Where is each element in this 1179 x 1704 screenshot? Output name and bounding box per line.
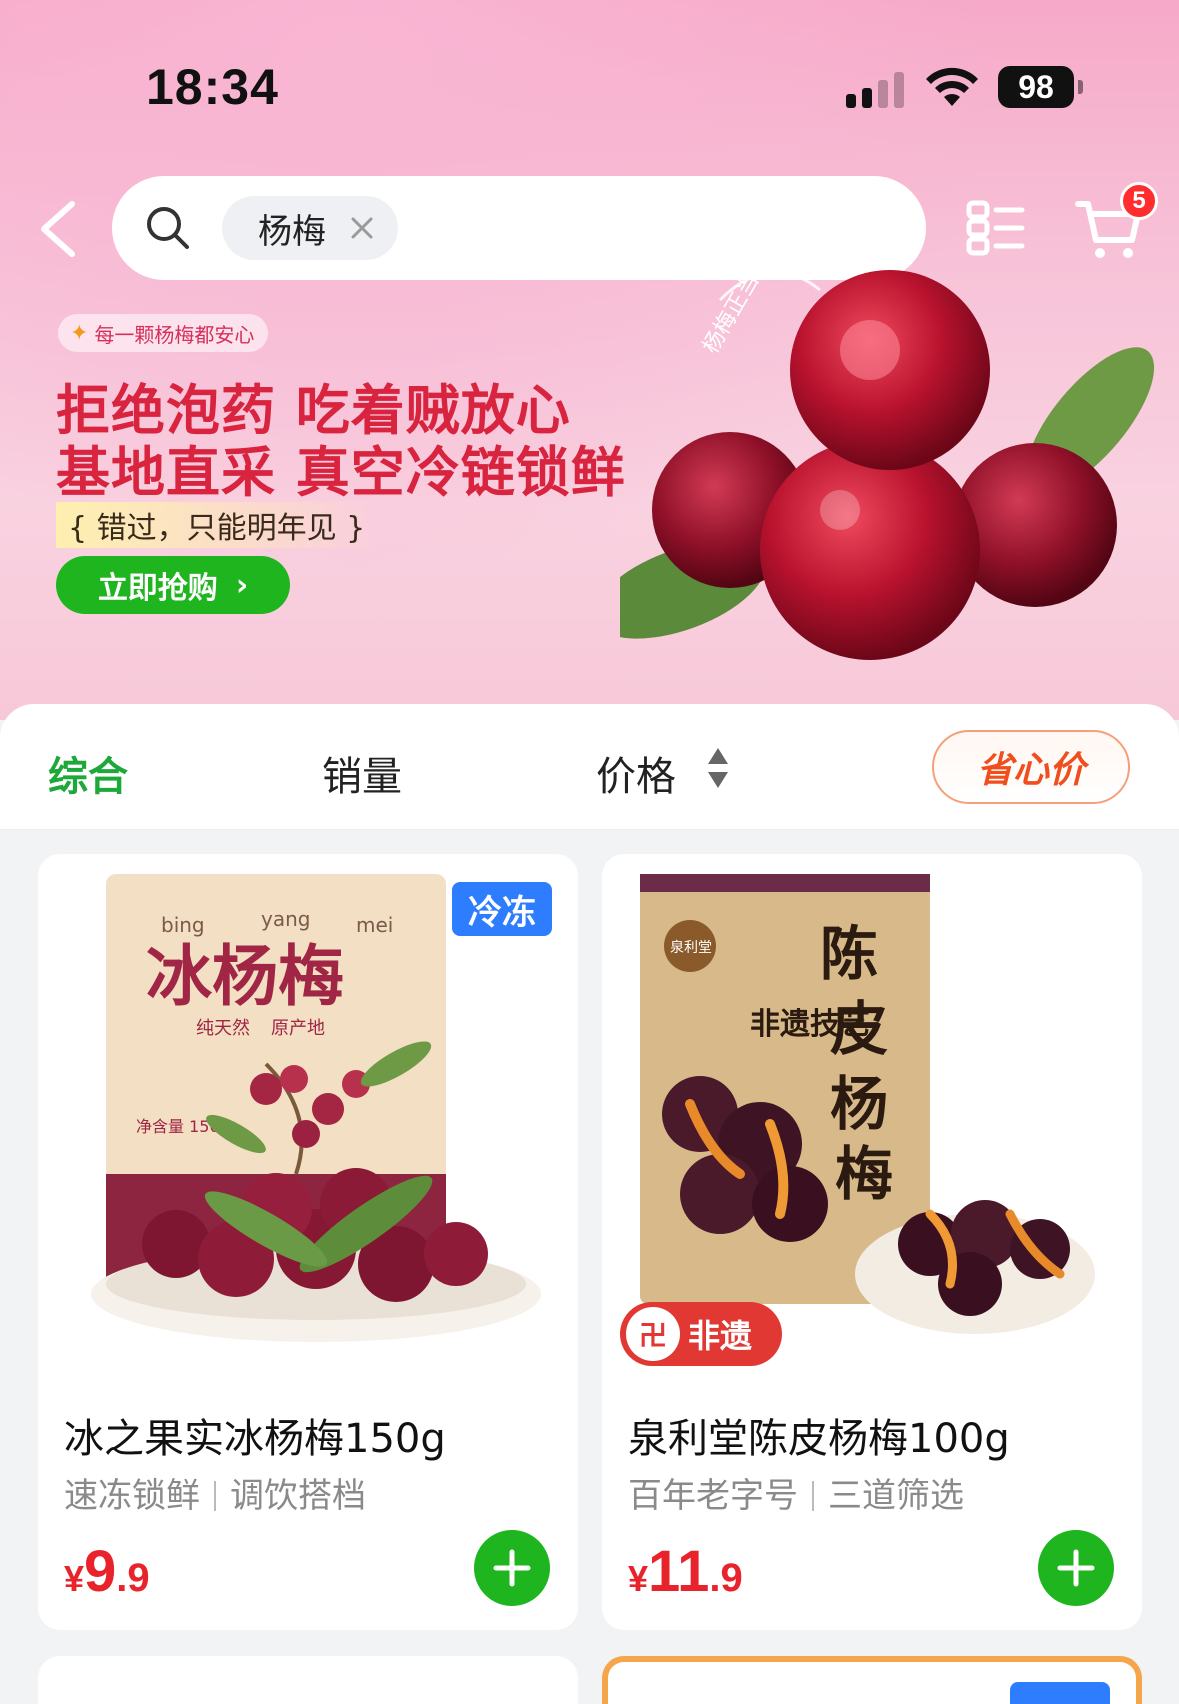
wifi-icon (926, 67, 978, 106)
search-query-text: 杨梅 (258, 211, 326, 252)
svg-text:纯天然: 纯天然 (196, 1018, 250, 1039)
svg-text:非遗技艺: 非遗技艺 (750, 1007, 870, 1042)
sort-tab-price[interactable]: 价格 (596, 744, 676, 802)
product-card[interactable]: 泉利堂 陈 皮 杨 梅 非遗技艺 卍 非遗 泉利堂陈皮杨梅100g 百年老字号三… (602, 854, 1142, 1630)
list-view-icon[interactable] (966, 200, 1026, 256)
frozen-badge-partial (1010, 1682, 1110, 1704)
svg-text:杨梅正当季: 杨梅正当季 (699, 260, 776, 358)
heritage-badge: 卍 非遗 (620, 1302, 782, 1366)
sort-arrows-icon[interactable] (706, 746, 730, 790)
svg-text:梅: 梅 (835, 1140, 893, 1208)
svg-text:mei: mei (356, 913, 393, 937)
banner-subtitle: { 错过，只能明年见 } (56, 502, 378, 548)
banner-headline-2: 基地直采 真空冷链锁鲜 (56, 441, 626, 504)
close-icon[interactable] (348, 214, 376, 242)
search-icon (147, 207, 189, 249)
product-price: ¥11.9 (628, 1539, 743, 1604)
svg-text:bing: bing (161, 913, 205, 937)
product-image: bing yang mei 冰杨梅 纯天然 原产地 净含量 150g (91, 874, 541, 1342)
product-card-partial[interactable] (38, 1656, 578, 1704)
product-price: ¥9.9 (64, 1539, 150, 1604)
product-tags: 速冻锁鲜 调饮搭档 (64, 1476, 366, 1516)
svg-text:泉利堂: 泉利堂 (670, 939, 712, 956)
buy-now-button[interactable]: 立即抢购 › (56, 556, 290, 614)
svg-text:冰杨梅: 冰杨梅 (146, 937, 344, 1015)
svg-text:原产地: 原产地 (271, 1018, 325, 1039)
product-card[interactable]: bing yang mei 冰杨梅 纯天然 原产地 净含量 150g 冷冻 冰之… (38, 854, 578, 1630)
megaphone-icon: ✦ (70, 320, 89, 346)
svg-text:yang: yang (261, 907, 310, 931)
product-card-partial[interactable] (602, 1656, 1142, 1704)
product-title: 泉利堂陈皮杨梅100g (628, 1416, 1010, 1462)
battery-indicator: 98 (998, 66, 1083, 108)
sort-tab-comprehensive[interactable]: 综合 (48, 744, 128, 802)
value-price-filter-button[interactable]: 省心价 (932, 730, 1130, 804)
svg-text:陈: 陈 (820, 920, 878, 988)
cart-badge: 5 (1120, 182, 1158, 220)
heritage-seal-icon: 卍 (626, 1307, 680, 1361)
back-chevron-icon[interactable] (32, 196, 88, 262)
cellular-signal-icon (846, 70, 906, 108)
bayberry-illustration: 杨梅正当季 (620, 260, 1155, 660)
product-tags: 百年老字号 三道筛选 (628, 1476, 964, 1516)
plus-icon (1057, 1549, 1095, 1587)
sort-tab-sales[interactable]: 销量 (322, 744, 402, 802)
add-to-cart-button[interactable] (1038, 1530, 1114, 1606)
add-to-cart-button[interactable] (474, 1530, 550, 1606)
hero-banner: 18:34 98 杨梅 5 ✦ 每一颗杨梅都安心 拒绝泡药 吃着贼放心 基地直采… (0, 0, 1179, 720)
product-image: 泉利堂 陈 皮 杨 梅 非遗技艺 (640, 874, 1095, 1334)
status-bar: 18:34 98 (0, 0, 1179, 170)
status-time: 18:34 (146, 59, 279, 115)
search-query-chip[interactable]: 杨梅 (222, 196, 398, 260)
frozen-badge: 冷冻 (452, 882, 552, 936)
banner-tag: ✦ 每一颗杨梅都安心 (58, 314, 269, 352)
product-title: 冰之果实冰杨梅150g (64, 1416, 446, 1462)
svg-text:杨: 杨 (830, 1070, 888, 1138)
plus-icon (493, 1549, 531, 1587)
chevron-right-icon: › (235, 567, 249, 603)
